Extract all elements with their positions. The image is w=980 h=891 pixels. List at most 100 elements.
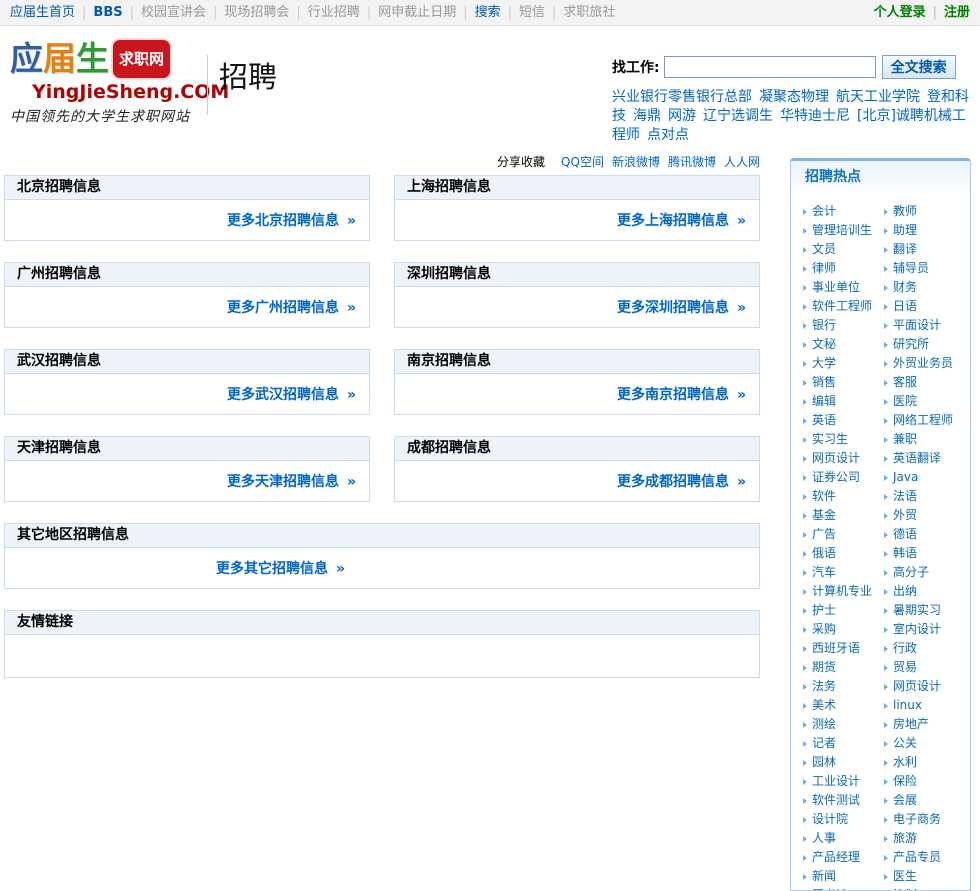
topnav-item-1[interactable]: BBS [93, 5, 122, 20]
hot-job-link[interactable]: 西班牙语 [812, 641, 860, 655]
hot-job-link[interactable]: 测绘 [812, 717, 836, 731]
hot-link-7[interactable]: 华特迪士尼 [780, 108, 850, 124]
hot-job-link[interactable]: 人事 [812, 831, 836, 845]
hot-job-link[interactable]: 设计院 [812, 812, 848, 826]
topnav-item-7[interactable]: 短信 [519, 5, 545, 20]
hot-job-link[interactable]: 客服 [893, 375, 917, 389]
hot-job-link[interactable]: linux [893, 698, 922, 712]
hot-job-link[interactable]: 外贸业务员 [893, 356, 953, 370]
site-logo[interactable]: 应届生 求职网 YingJieSheng.COM 中国领先的大学生求职网站 [10, 38, 229, 128]
topnav-item-8[interactable]: 求职旅社 [563, 5, 615, 20]
hot-job-link[interactable]: 行政 [893, 641, 917, 655]
topnav-item-5[interactable]: 网申截止日期 [378, 5, 456, 20]
hot-job-link[interactable]: 兼职 [893, 432, 917, 446]
hot-job-link[interactable]: 编辑 [812, 394, 836, 408]
hot-job-link[interactable]: 英语翻译 [893, 451, 941, 465]
hot-job-link[interactable]: 网页设计 [893, 679, 941, 693]
login-link[interactable]: 个人登录 [874, 5, 926, 20]
hot-job-link[interactable]: 法语 [893, 489, 917, 503]
hot-job-link[interactable]: 会展 [893, 793, 917, 807]
hot-job-link[interactable]: 事业单位 [812, 280, 860, 294]
hot-job-link[interactable]: 暑期实习 [893, 603, 941, 617]
hot-job-link[interactable]: 汽车 [812, 565, 836, 579]
hot-job-link[interactable]: 韩语 [893, 546, 917, 560]
hot-job-link[interactable]: 银行 [812, 318, 836, 332]
hot-job-link[interactable]: 律师 [812, 261, 836, 275]
register-link[interactable]: 注册 [944, 5, 970, 20]
more-link-tianjin[interactable]: 更多天津招聘信息 » [227, 474, 356, 490]
hot-job-link[interactable]: 高分子 [893, 565, 929, 579]
hot-job-link[interactable]: 医院 [893, 394, 917, 408]
hot-job-link[interactable]: 实习生 [812, 432, 848, 446]
more-link-nanjing[interactable]: 更多南京招聘信息 » [617, 387, 746, 403]
hot-job-link[interactable]: 产品经理 [812, 850, 860, 864]
hot-job-link[interactable]: 网页设计 [812, 451, 860, 465]
hot-job-link[interactable]: 贸易 [893, 660, 917, 674]
hot-job-link[interactable]: 辅导员 [893, 261, 929, 275]
search-input[interactable] [663, 56, 876, 78]
topnav-item-3[interactable]: 现场招聘会 [224, 5, 289, 20]
hot-job-link[interactable]: 俄语 [812, 546, 836, 560]
hot-job-link[interactable]: 大学 [812, 356, 836, 370]
hot-job-link[interactable]: 教师 [893, 204, 917, 218]
hot-job-link[interactable]: 新闻 [812, 869, 836, 883]
hot-job-link[interactable]: 文秘 [812, 337, 836, 351]
hot-job-link[interactable]: 财务 [893, 280, 917, 294]
topnav-item-4[interactable]: 行业招聘 [308, 5, 360, 20]
hot-link-1[interactable]: 凝聚态物理 [759, 89, 829, 105]
hot-job-link[interactable]: Java [893, 470, 918, 484]
hot-job-link[interactable]: 外贸 [893, 508, 917, 522]
fulltext-search-button[interactable]: 全文搜索 [881, 55, 956, 79]
hot-job-link[interactable]: 电子商务 [893, 812, 941, 826]
more-link-shenzhen[interactable]: 更多深圳招聘信息 » [617, 300, 746, 316]
hot-job-link[interactable]: 期货 [812, 660, 836, 674]
hot-job-link[interactable]: 医生 [893, 869, 917, 883]
hot-job-link[interactable]: 研究所 [893, 337, 929, 351]
hot-job-link[interactable]: 房地产 [893, 717, 929, 731]
hot-job-link[interactable]: 美术 [812, 698, 836, 712]
topnav-item-2[interactable]: 校园宣讲会 [141, 5, 206, 20]
hot-job-link[interactable]: 会计 [812, 204, 836, 218]
hot-link-9[interactable]: 点对点 [647, 127, 689, 143]
hot-job-link[interactable]: 日语 [893, 299, 917, 313]
hot-job-link[interactable]: 记者 [812, 736, 836, 750]
hot-job-link[interactable]: 采购 [812, 622, 836, 636]
hot-job-link[interactable]: 法务 [812, 679, 836, 693]
more-link-wuhan[interactable]: 更多武汉招聘信息 » [227, 387, 356, 403]
hot-link-6[interactable]: 辽宁选调生 [703, 108, 773, 124]
topnav-item-0[interactable]: 应届生首页 [10, 5, 75, 20]
hot-job-link[interactable]: 助理 [893, 223, 917, 237]
hot-job-link[interactable]: 出纳 [893, 584, 917, 598]
hot-job-link[interactable]: 软件 [812, 489, 836, 503]
share-link-1[interactable]: 新浪微博 [612, 155, 660, 169]
hot-job-link[interactable]: 文员 [812, 242, 836, 256]
hot-job-link[interactable]: 水利 [893, 755, 917, 769]
hot-link-5[interactable]: 网游 [668, 108, 696, 124]
hot-job-link[interactable]: 销售 [812, 375, 836, 389]
more-link-beijing[interactable]: 更多北京招聘信息 » [227, 213, 356, 229]
hot-job-link[interactable]: 软件测试 [812, 793, 860, 807]
hot-job-link[interactable]: 翻译 [893, 242, 917, 256]
hot-job-link[interactable]: 园林 [812, 755, 836, 769]
hot-job-link[interactable]: 广告 [812, 527, 836, 541]
hot-job-link[interactable]: 保险 [893, 774, 917, 788]
hot-job-link[interactable]: 室内设计 [893, 622, 941, 636]
hot-job-link[interactable]: 旅游 [893, 831, 917, 845]
hot-job-link[interactable]: 计算机专业 [812, 584, 872, 598]
topnav-item-6[interactable]: 搜索 [475, 5, 501, 20]
hot-job-link[interactable]: 产品专员 [893, 850, 941, 864]
hot-job-link[interactable]: 网络工程师 [893, 413, 953, 427]
hot-job-link[interactable]: 公关 [893, 736, 917, 750]
hot-job-link[interactable]: 平面设计 [893, 318, 941, 332]
share-link-0[interactable]: QQ空间 [561, 155, 604, 169]
hot-job-link[interactable]: 基金 [812, 508, 836, 522]
hot-job-link[interactable]: 英语 [812, 413, 836, 427]
hot-link-0[interactable]: 兴业银行零售银行总部 [612, 89, 752, 105]
share-link-2[interactable]: 腾讯微博 [668, 155, 716, 169]
hot-job-link[interactable]: 护士 [812, 603, 836, 617]
hot-job-link[interactable]: 德语 [893, 527, 917, 541]
more-link-chengdu[interactable]: 更多成都招聘信息 » [617, 474, 746, 490]
more-link-shanghai[interactable]: 更多上海招聘信息 » [617, 213, 746, 229]
hot-job-link[interactable]: 证券公司 [812, 470, 860, 484]
more-link-other[interactable]: 更多其它招聘信息 » [216, 561, 345, 577]
